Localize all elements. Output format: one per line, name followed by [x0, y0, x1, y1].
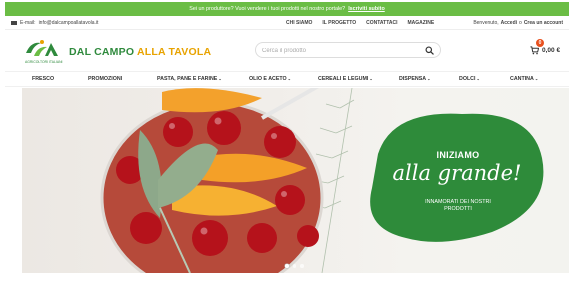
- login-link[interactable]: Accedi: [501, 20, 517, 26]
- nav-item-cantina[interactable]: CANTINA⌄: [510, 76, 538, 82]
- hero-banner[interactable]: INIZIAMO alla grande! INNAMORATI DEI NOS…: [22, 88, 569, 273]
- top-links: CHI SIAMO IL PROGETTO CONTATTACI MAGAZIN…: [286, 20, 434, 26]
- chevron-down-icon: ⌄: [427, 76, 431, 81]
- nav-label: OLIO E ACETO: [249, 76, 287, 82]
- cia-logo[interactable]: AGRICOLTORI ITALIANI: [25, 39, 63, 67]
- envelope-icon: [11, 21, 17, 25]
- search-icon[interactable]: [425, 46, 434, 55]
- search-input[interactable]: [262, 45, 422, 56]
- account-separator: o: [519, 20, 522, 26]
- slider-dot-2[interactable]: [292, 264, 296, 268]
- logo-subtitle: AGRICOLTORI ITALIANI: [25, 60, 63, 64]
- signup-link[interactable]: Crea un account: [524, 20, 563, 26]
- email-link[interactable]: info@dalcampoallatavola.it: [39, 20, 99, 26]
- site-header: AGRICOLTORI ITALIANI DAL CAMPO ALLA TAVO…: [5, 29, 569, 71]
- cart-widget[interactable]: 0 0,00 €: [530, 39, 566, 59]
- top-link-progetto[interactable]: IL PROGETTO: [322, 20, 356, 26]
- nav-label: FRESCO: [32, 76, 55, 82]
- main-nav: FRESCO PROMOZIONI PASTA, PANE E FARINE⌄ …: [5, 71, 569, 87]
- hero-headline-top: INIZIAMO: [436, 150, 480, 160]
- cia-logo-mark: [26, 40, 58, 56]
- nav-label: DOLCI: [459, 76, 476, 82]
- brand-part-2: ALLA TAVOLA: [136, 46, 212, 58]
- nav-item-olio-aceto[interactable]: OLIO E ACETO⌄: [249, 76, 291, 82]
- top-link-magazine[interactable]: MAGAZINE: [408, 20, 435, 26]
- chevron-down-icon: ⌄: [534, 76, 539, 81]
- promo-text: Sei un produttore? Vuoi vendere i tuoi p…: [189, 6, 346, 12]
- greeting-text: Benvenuto,: [473, 20, 499, 26]
- nav-item-fresco[interactable]: FRESCO: [32, 76, 54, 82]
- nav-item-dispensa[interactable]: DISPENSA⌄: [399, 76, 430, 82]
- top-link-chi-siamo[interactable]: CHI SIAMO: [286, 20, 312, 26]
- chevron-down-icon: ⌄: [218, 76, 222, 81]
- hero-subline: INNAMORATI DEI NOSTRI PRODOTTI: [425, 199, 491, 212]
- nav-label: CANTINA: [510, 76, 534, 82]
- cart-icon: [530, 46, 539, 55]
- cart-total: 0,00 €: [542, 47, 561, 54]
- hero-headline-script: alla grande!: [392, 161, 522, 185]
- chevron-down-icon: ⌄: [287, 76, 292, 81]
- contact-email: E-mail: info@dalcampoallatavola.it: [11, 20, 98, 26]
- email-label: E-mail:: [20, 20, 36, 26]
- nav-label: PASTA, PANE E FARINE: [157, 76, 218, 82]
- nav-item-cereali-legumi[interactable]: CEREALI E LEGUMI⌄: [318, 76, 373, 82]
- top-link-contattaci[interactable]: CONTATTACI: [366, 20, 397, 26]
- slider-dots: [285, 264, 304, 268]
- nav-item-dolci[interactable]: DOLCI⌄: [459, 76, 480, 82]
- top-utility-bar: E-mail: info@dalcampoallatavola.it CHI S…: [5, 17, 569, 29]
- nav-item-promozioni[interactable]: PROMOZIONI: [88, 76, 122, 82]
- account-links: Benvenuto, Accedi o Crea un account: [473, 20, 563, 26]
- brand-part-1: DAL CAMPO: [69, 46, 135, 58]
- promo-bar: Sei un produttore? Vuoi vendere i tuoi p…: [5, 2, 569, 16]
- chevron-down-icon: ⌄: [476, 76, 480, 81]
- brand-name[interactable]: DAL CAMPO ALLA TAVOLA: [69, 46, 211, 58]
- nav-label: CEREALI E LEGUMI: [318, 76, 369, 82]
- slider-dot-3[interactable]: [300, 264, 304, 268]
- nav-label: DISPENSA: [399, 76, 427, 82]
- chevron-down-icon: ⌄: [369, 76, 373, 81]
- slider-dot-1[interactable]: [285, 264, 289, 268]
- search-bar: [255, 42, 441, 58]
- nav-item-pasta-pane-farine[interactable]: PASTA, PANE E FARINE⌄: [157, 76, 222, 82]
- cart-count-badge: 0: [536, 39, 544, 47]
- promo-signup-link[interactable]: Iscriviti subito: [348, 6, 385, 12]
- nav-label: PROMOZIONI: [88, 76, 123, 82]
